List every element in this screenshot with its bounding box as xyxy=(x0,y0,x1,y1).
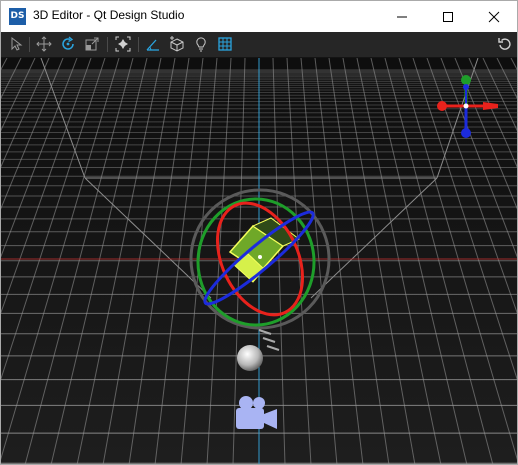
perspective-toggle-icon xyxy=(146,39,159,51)
maximize-button[interactable] xyxy=(425,1,471,32)
fit-to-view-button[interactable] xyxy=(114,35,132,53)
light-edit-icon xyxy=(196,37,206,52)
orientation-toggle-button[interactable] xyxy=(168,35,186,53)
minimize-icon xyxy=(397,16,407,18)
fit-to-view-icon xyxy=(115,36,131,52)
move-tool-button[interactable] xyxy=(35,35,53,53)
reset-view-icon xyxy=(498,38,511,50)
light-edit-button[interactable] xyxy=(192,35,210,53)
scale-tool-icon xyxy=(85,37,99,51)
maximize-icon xyxy=(443,12,453,22)
perspective-toggle-button[interactable] xyxy=(144,35,162,53)
scene-canvas xyxy=(1,58,517,464)
3d-viewport[interactable] xyxy=(1,58,517,464)
window-title: 3D Editor - Qt Design Studio xyxy=(33,8,185,22)
orientation-toggle-icon xyxy=(170,36,184,52)
minimize-button[interactable] xyxy=(379,1,425,32)
reset-view-button[interactable] xyxy=(496,35,514,53)
select-tool-button[interactable] xyxy=(7,35,25,53)
grid-toggle-icon xyxy=(218,37,232,51)
title-bar[interactable]: DS 3D Editor - Qt Design Studio xyxy=(1,1,517,32)
scale-tool-button[interactable] xyxy=(83,35,101,53)
move-tool-icon xyxy=(36,36,52,52)
select-tool-icon xyxy=(11,36,23,51)
editor-toolbar xyxy=(1,32,517,58)
app-icon: DS xyxy=(9,8,26,25)
rotate-tool-icon xyxy=(62,36,74,50)
close-icon xyxy=(488,11,500,23)
close-button[interactable] xyxy=(471,1,517,32)
rotate-tool-button[interactable] xyxy=(59,35,77,53)
grid-toggle-button[interactable] xyxy=(216,35,234,53)
editor-window: DS 3D Editor - Qt Design Studio xyxy=(0,0,518,465)
